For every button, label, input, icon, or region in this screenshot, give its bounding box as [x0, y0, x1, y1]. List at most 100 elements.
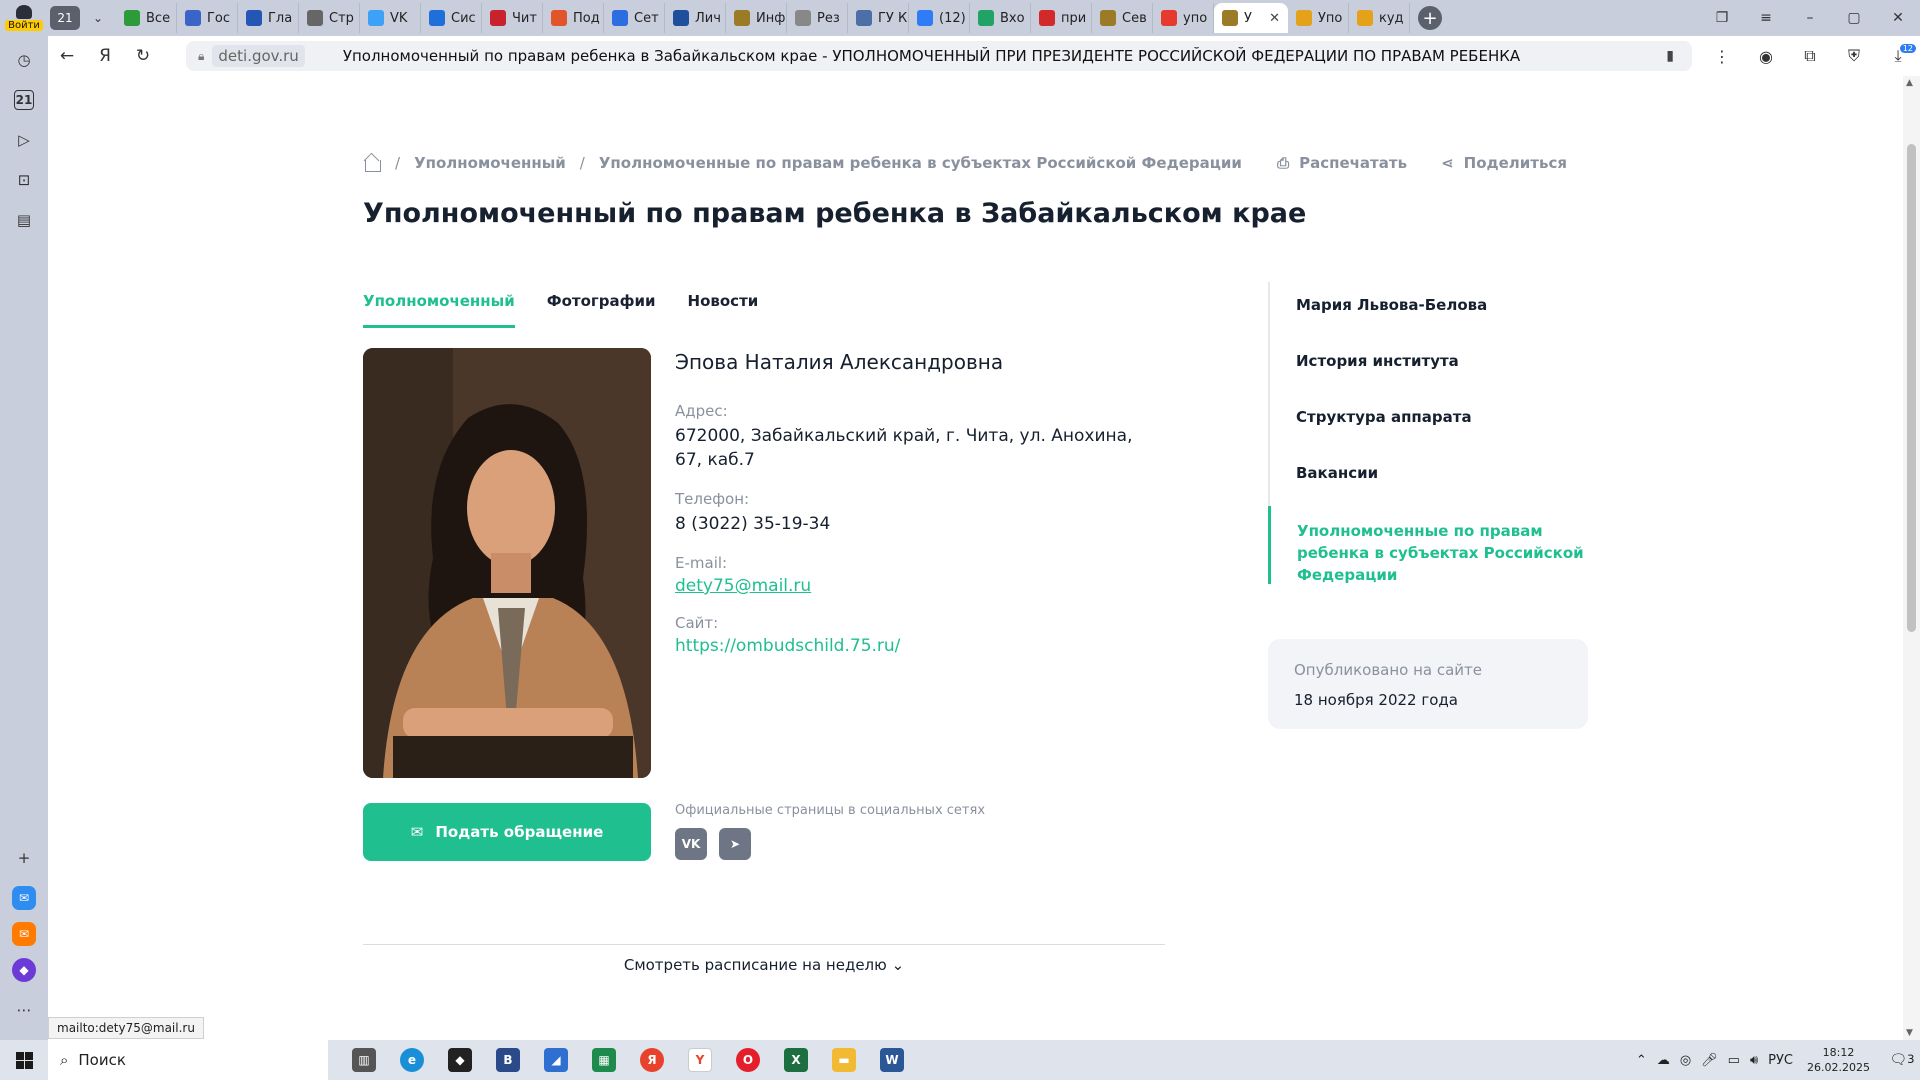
breadcrumb-item[interactable]: Уполномоченный [414, 154, 566, 172]
excel-green-icon[interactable]: ▦ [580, 1040, 628, 1080]
side-menu-item[interactable]: История института [1268, 338, 1588, 394]
tab-favicon-icon [978, 10, 994, 26]
schedule-toggle[interactable]: Смотреть расписание на неделю ⌄ [363, 956, 1165, 974]
notes-icon[interactable]: ▤ [8, 204, 40, 236]
browser-tab[interactable]: Стр [299, 3, 360, 33]
browser-tab[interactable]: Сев [1092, 3, 1153, 33]
browser-tab[interactable]: Гла [238, 3, 299, 33]
yandex-icon[interactable]: Я [628, 1040, 676, 1080]
tab-news[interactable]: Новости [688, 292, 759, 328]
side-menu-item[interactable]: Мария Львова-Белова [1268, 282, 1588, 338]
login-button[interactable]: Войти [0, 0, 48, 36]
print-button[interactable]: ⎙ Распечатать [1277, 154, 1407, 172]
show-hidden-icon[interactable]: ⌃ [1636, 1053, 1647, 1068]
side-menu-item[interactable]: Структура аппарата [1268, 394, 1588, 450]
email-link[interactable]: dety75@mail.ru [675, 576, 1145, 596]
clock[interactable]: 18:12 26.02.2025 [1807, 1045, 1870, 1075]
cloud-icon[interactable]: ☁ [1657, 1053, 1670, 1068]
tab-commissioner[interactable]: Уполномоченный [363, 292, 515, 328]
telegram-icon[interactable]: ➤ [719, 828, 751, 860]
bookmark-icon[interactable]: ▮ [1666, 48, 1674, 64]
yandex-browser-icon[interactable]: Y [676, 1040, 724, 1080]
yandex-button[interactable]: Я [86, 40, 124, 72]
browser-tab[interactable]: Лич [665, 3, 726, 33]
browser-tab[interactable]: куд [1349, 3, 1410, 33]
breadcrumb-item[interactable]: Уполномоченные по правам ребенка в субъе… [599, 154, 1242, 172]
tab-manager-icon[interactable]: ❐ [1700, 0, 1744, 36]
reload-button[interactable]: ↻ [124, 40, 162, 72]
menu-icon[interactable]: ≡ [1744, 0, 1788, 36]
browser-tab[interactable]: при [1031, 3, 1092, 33]
home-icon[interactable] [363, 154, 381, 172]
word-icon[interactable]: W [868, 1040, 916, 1080]
taskbar-search[interactable]: ⌕ Поиск [48, 1040, 328, 1080]
submit-appeal-button[interactable]: ✉ Подать обращение [363, 803, 651, 861]
tabs-dropdown-icon[interactable]: ⌄ [86, 6, 110, 30]
webcam-icon[interactable]: ◎ [1680, 1053, 1691, 1068]
browser-tab[interactable]: (12) [909, 3, 970, 33]
volume-icon[interactable]: 🔊︎ [1750, 1053, 1758, 1068]
browser-tab[interactable]: ГУ К [848, 3, 909, 33]
vk-app-icon[interactable]: В [484, 1040, 532, 1080]
protect-icon[interactable]: ⛨ [1832, 46, 1876, 66]
restore-button[interactable]: ▢ [1832, 0, 1876, 36]
minimize-button[interactable]: – [1788, 0, 1832, 36]
side-menu-item[interactable]: Вакансии [1268, 450, 1588, 506]
downloads-icon[interactable]: ⤓ 12 [1876, 44, 1920, 66]
messenger-icon[interactable]: ✉ [12, 886, 36, 910]
side-menu-item-active[interactable]: Уполномоченные по правам ребенка в субъе… [1268, 506, 1588, 584]
browser-tab[interactable]: Упо [1288, 3, 1349, 33]
back-button[interactable]: ← [48, 40, 86, 72]
more-icon[interactable]: ⋮ [1700, 47, 1744, 66]
collections-icon[interactable]: ⧉ [1788, 46, 1832, 66]
alice-icon[interactable]: ◆ [12, 958, 36, 982]
more-apps-icon[interactable]: ⋯ [8, 994, 40, 1026]
site-link[interactable]: https://ombudschild.75.ru/ [675, 636, 1145, 656]
browser-tab-active[interactable]: У ✕ [1214, 3, 1288, 33]
page-scrollbar[interactable]: ▲ ▼ [1903, 76, 1920, 1040]
browser-tab[interactable]: Рез [787, 3, 848, 33]
extension-icon[interactable]: ◉ [1744, 47, 1788, 66]
video-icon[interactable]: ▷ [8, 124, 40, 156]
add-sidebar-icon[interactable]: + [8, 842, 40, 874]
browser-tab[interactable]: Все [116, 3, 177, 33]
browser-tab[interactable]: Сис [421, 3, 482, 33]
edge-icon[interactable]: e [388, 1040, 436, 1080]
browser-tab[interactable]: Гос [177, 3, 238, 33]
language-indicator[interactable]: РУС [1768, 1053, 1793, 1068]
browser-tab[interactable]: Сет [604, 3, 665, 33]
notifications-icon[interactable]: 🗨︎ 3 [1884, 1052, 1920, 1068]
explorer-icon[interactable]: ▬ [820, 1040, 868, 1080]
browser-tab[interactable]: упо [1153, 3, 1214, 33]
scroll-down-icon[interactable]: ▼ [1906, 1028, 1913, 1038]
sidebar-counter[interactable]: 21 [14, 90, 34, 110]
network-icon[interactable]: ▭ [1728, 1053, 1740, 1068]
close-tab-icon[interactable]: ✕ [1269, 11, 1280, 26]
browser-tab[interactable]: Чит [482, 3, 543, 33]
task-view-icon[interactable]: ▥ [340, 1040, 388, 1080]
share-button[interactable]: ⋖ Поделиться [1441, 154, 1567, 172]
tab-label: Все [146, 10, 171, 26]
tab-count-button[interactable]: 21 [50, 6, 80, 30]
browser-tab[interactable]: Инф [726, 3, 787, 33]
new-tab-button[interactable]: + [1418, 6, 1442, 30]
browser-tab[interactable]: Под [543, 3, 604, 33]
chart-app-icon[interactable]: ◢ [532, 1040, 580, 1080]
url-field[interactable]: 🔒︎ deti.gov.ru Уполномоченный по правам … [186, 41, 1692, 71]
dropbox-icon[interactable]: ◆ [436, 1040, 484, 1080]
close-window-button[interactable]: ✕ [1876, 0, 1920, 36]
taskbar: ⌕ Поиск ▥ e ◆ В ◢ ▦ Я Y O X ▬ W ⌃ ☁ ◎ 🎤︎… [0, 1040, 1920, 1080]
vk-icon[interactable]: VK [675, 828, 707, 860]
history-icon[interactable]: ◷ [8, 44, 40, 76]
scrollbar-thumb[interactable] [1907, 144, 1916, 632]
tab-photos[interactable]: Фотографии [547, 292, 656, 328]
screenshot-icon[interactable]: ⊡ [8, 164, 40, 196]
browser-tab[interactable]: Вхо [970, 3, 1031, 33]
start-button[interactable] [0, 1040, 48, 1080]
scroll-up-icon[interactable]: ▲ [1906, 78, 1913, 88]
browser-tab[interactable]: VK [360, 3, 421, 33]
mic-icon[interactable]: 🎤︎ [1701, 1053, 1718, 1068]
mail-icon[interactable]: ✉ [12, 922, 36, 946]
opera-icon[interactable]: O [724, 1040, 772, 1080]
excel-icon[interactable]: X [772, 1040, 820, 1080]
